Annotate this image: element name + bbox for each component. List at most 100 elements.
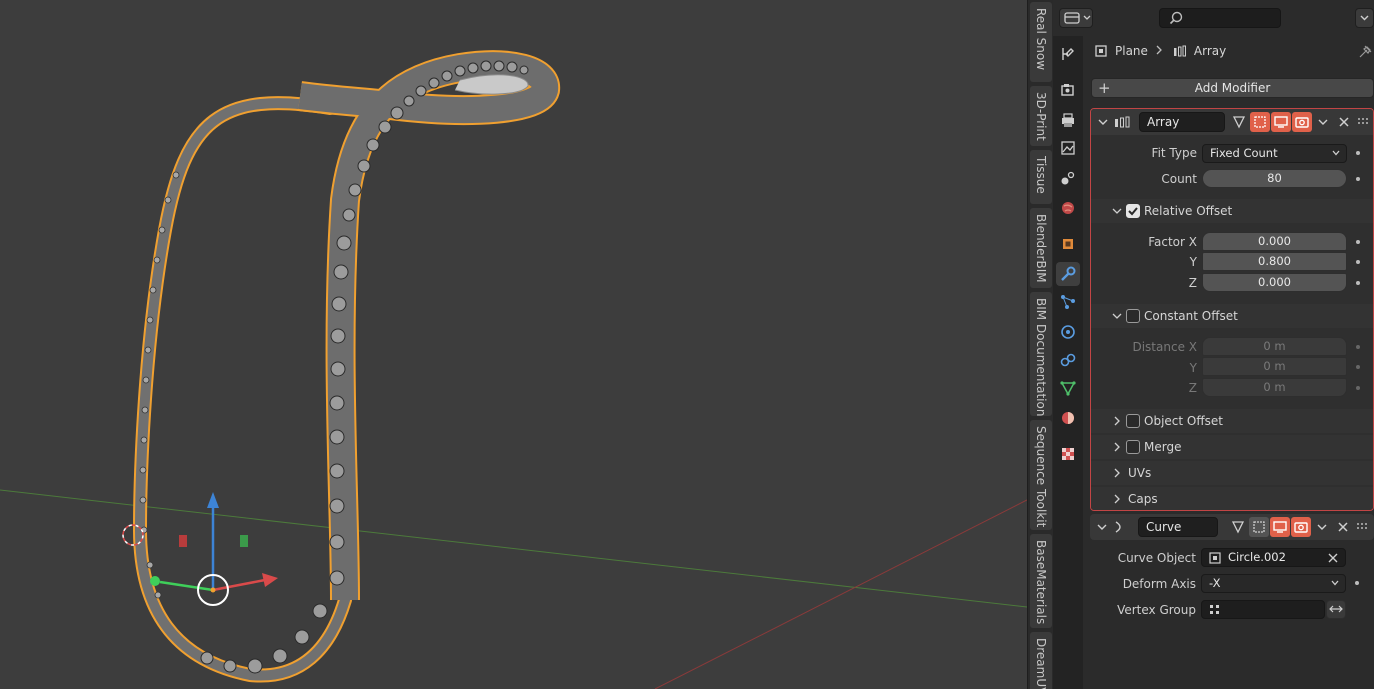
keyframe-dot[interactable] — [1356, 151, 1360, 155]
ntab-bim-documentation[interactable]: BIM Documentation — [1030, 292, 1052, 416]
add-modifier-button[interactable]: + Add Modifier — [1091, 78, 1374, 98]
ntab-3d-print[interactable]: 3D-Print — [1030, 86, 1052, 146]
ntab-label: Real Snow — [1034, 8, 1048, 71]
scene-canvas[interactable] — [0, 0, 1027, 689]
checkmark-icon — [1128, 207, 1138, 216]
pin-icon[interactable] — [1358, 43, 1374, 59]
viewport-display-toggle[interactable] — [1270, 517, 1290, 537]
array-modifier-icon — [1173, 45, 1186, 57]
keyframe-dot[interactable] — [1356, 240, 1360, 244]
array-modifier-name-field[interactable]: Array — [1139, 112, 1225, 132]
vertex-group-icon — [1210, 605, 1219, 614]
factor-z-field[interactable]: 0.000 — [1202, 273, 1347, 292]
breadcrumb: Plane Array — [1093, 42, 1226, 60]
tab-constraints[interactable] — [1056, 348, 1080, 372]
object-icon — [1209, 552, 1221, 564]
object-offset-subpanel-header[interactable]: Object Offset — [1091, 409, 1373, 433]
constant-offset-checkbox[interactable] — [1126, 309, 1140, 323]
stud — [480, 60, 492, 72]
tab-render[interactable] — [1056, 78, 1080, 102]
stud — [158, 226, 166, 234]
tab-tool[interactable] — [1056, 42, 1080, 66]
merge-subpanel-header[interactable]: Merge — [1091, 435, 1373, 459]
mesh-vertices-icon — [1231, 521, 1245, 534]
factor-y-field[interactable]: 0.800 — [1202, 252, 1347, 271]
keyframe-dot[interactable] — [1356, 177, 1360, 181]
modifier-menu-dropdown[interactable] — [1313, 112, 1333, 132]
search-input[interactable] — [1159, 8, 1281, 28]
keyframe-dot[interactable] — [1355, 581, 1359, 585]
count-field[interactable]: 80 — [1202, 169, 1347, 188]
particles-icon — [1061, 295, 1075, 309]
drag-handle-icon[interactable] — [1357, 117, 1371, 127]
edit-mode-toggle[interactable] — [1250, 112, 1270, 132]
clear-icon[interactable] — [1327, 552, 1339, 564]
vertex-group-field[interactable] — [1201, 600, 1325, 619]
tab-object[interactable] — [1056, 232, 1080, 256]
tab-physics[interactable] — [1056, 320, 1080, 344]
keyframe-dot[interactable] — [1356, 281, 1360, 285]
render-toggle[interactable] — [1291, 517, 1311, 537]
stud — [403, 95, 415, 107]
viewport-display-toggle[interactable] — [1271, 112, 1291, 132]
monitor-icon — [1273, 521, 1287, 533]
ntab-real-snow[interactable]: Real Snow — [1030, 2, 1052, 82]
properties-editor: Plane Array + Add Modifier Array Fit Typ… — [1053, 0, 1374, 689]
ntab-basematerials[interactable]: BaseMaterials — [1030, 534, 1052, 628]
deform-axis-select[interactable]: -X — [1201, 574, 1346, 593]
editor-type-button[interactable] — [1059, 8, 1093, 28]
ntab-dreamuv[interactable]: DreamUV — [1030, 632, 1052, 689]
curve-modifier-name-field[interactable]: Curve — [1138, 517, 1218, 537]
keyframe-dot[interactable] — [1356, 365, 1360, 369]
edit-mode-icon — [1253, 521, 1265, 533]
options-dropdown-button[interactable] — [1355, 8, 1374, 28]
factor-x-field[interactable]: 0.000 — [1202, 232, 1347, 251]
tab-modifiers[interactable] — [1056, 262, 1080, 286]
chevron-down-icon — [1331, 580, 1339, 586]
merge-checkbox[interactable] — [1126, 440, 1140, 454]
collapse-chevron-icon[interactable] — [1096, 521, 1108, 533]
curve-object-label: Curve Object — [1117, 551, 1196, 565]
stud — [329, 498, 345, 514]
relative-offset-checkbox[interactable] — [1126, 204, 1140, 218]
tab-output[interactable] — [1056, 108, 1080, 132]
edit-mode-toggle[interactable] — [1249, 517, 1269, 537]
modifier-menu-dropdown[interactable] — [1312, 517, 1332, 537]
tab-texture[interactable] — [1056, 442, 1080, 466]
tab-material[interactable] — [1056, 406, 1080, 430]
curve-object-field[interactable]: Circle.002 — [1201, 548, 1346, 567]
edit-cage-toggle[interactable] — [1229, 112, 1249, 132]
ntab-sequence-toolkit[interactable]: Sequence Toolkit — [1030, 420, 1052, 530]
collapse-chevron-icon[interactable] — [1097, 116, 1109, 128]
deform-axis-value: -X — [1209, 576, 1221, 590]
drag-handle-icon[interactable] — [1356, 522, 1370, 532]
invert-vertex-group-button[interactable] — [1326, 600, 1346, 619]
constant-offset-subpanel-header[interactable]: Constant Offset — [1091, 304, 1373, 328]
ntab-tissue[interactable]: Tissue — [1030, 150, 1052, 204]
keyframe-dot[interactable] — [1356, 345, 1360, 349]
remove-modifier-button[interactable] — [1334, 112, 1354, 132]
tab-data[interactable] — [1056, 376, 1080, 400]
ntab-blenderbim[interactable]: BlenderBIM — [1030, 208, 1052, 288]
uvs-subpanel-header[interactable]: UVs — [1091, 461, 1373, 485]
keyframe-dot[interactable] — [1356, 260, 1360, 264]
distance-x-field[interactable]: 0 m — [1202, 337, 1347, 356]
render-toggle[interactable] — [1292, 112, 1312, 132]
distance-z-field[interactable]: 0 m — [1202, 378, 1347, 397]
object-offset-checkbox[interactable] — [1126, 414, 1140, 428]
tab-view-layer[interactable] — [1056, 136, 1080, 160]
tab-particles[interactable] — [1056, 290, 1080, 314]
3d-viewport[interactable] — [0, 0, 1027, 689]
edit-cage-toggle[interactable] — [1228, 517, 1248, 537]
caps-subpanel-header[interactable]: Caps — [1091, 487, 1373, 510]
fit-type-select[interactable]: Fixed Count — [1202, 144, 1347, 163]
breadcrumb-separator-icon — [1154, 44, 1166, 59]
tab-world[interactable] — [1056, 196, 1080, 220]
remove-modifier-button[interactable] — [1333, 517, 1353, 537]
distance-y-field[interactable]: 0 m — [1202, 357, 1347, 376]
tab-scene[interactable] — [1056, 166, 1080, 190]
properties-header — [1053, 0, 1374, 36]
keyframe-dot[interactable] — [1356, 386, 1360, 390]
relative-offset-subpanel-header[interactable]: Relative Offset — [1091, 199, 1373, 223]
ntab-label: 3D-Print — [1034, 92, 1048, 141]
